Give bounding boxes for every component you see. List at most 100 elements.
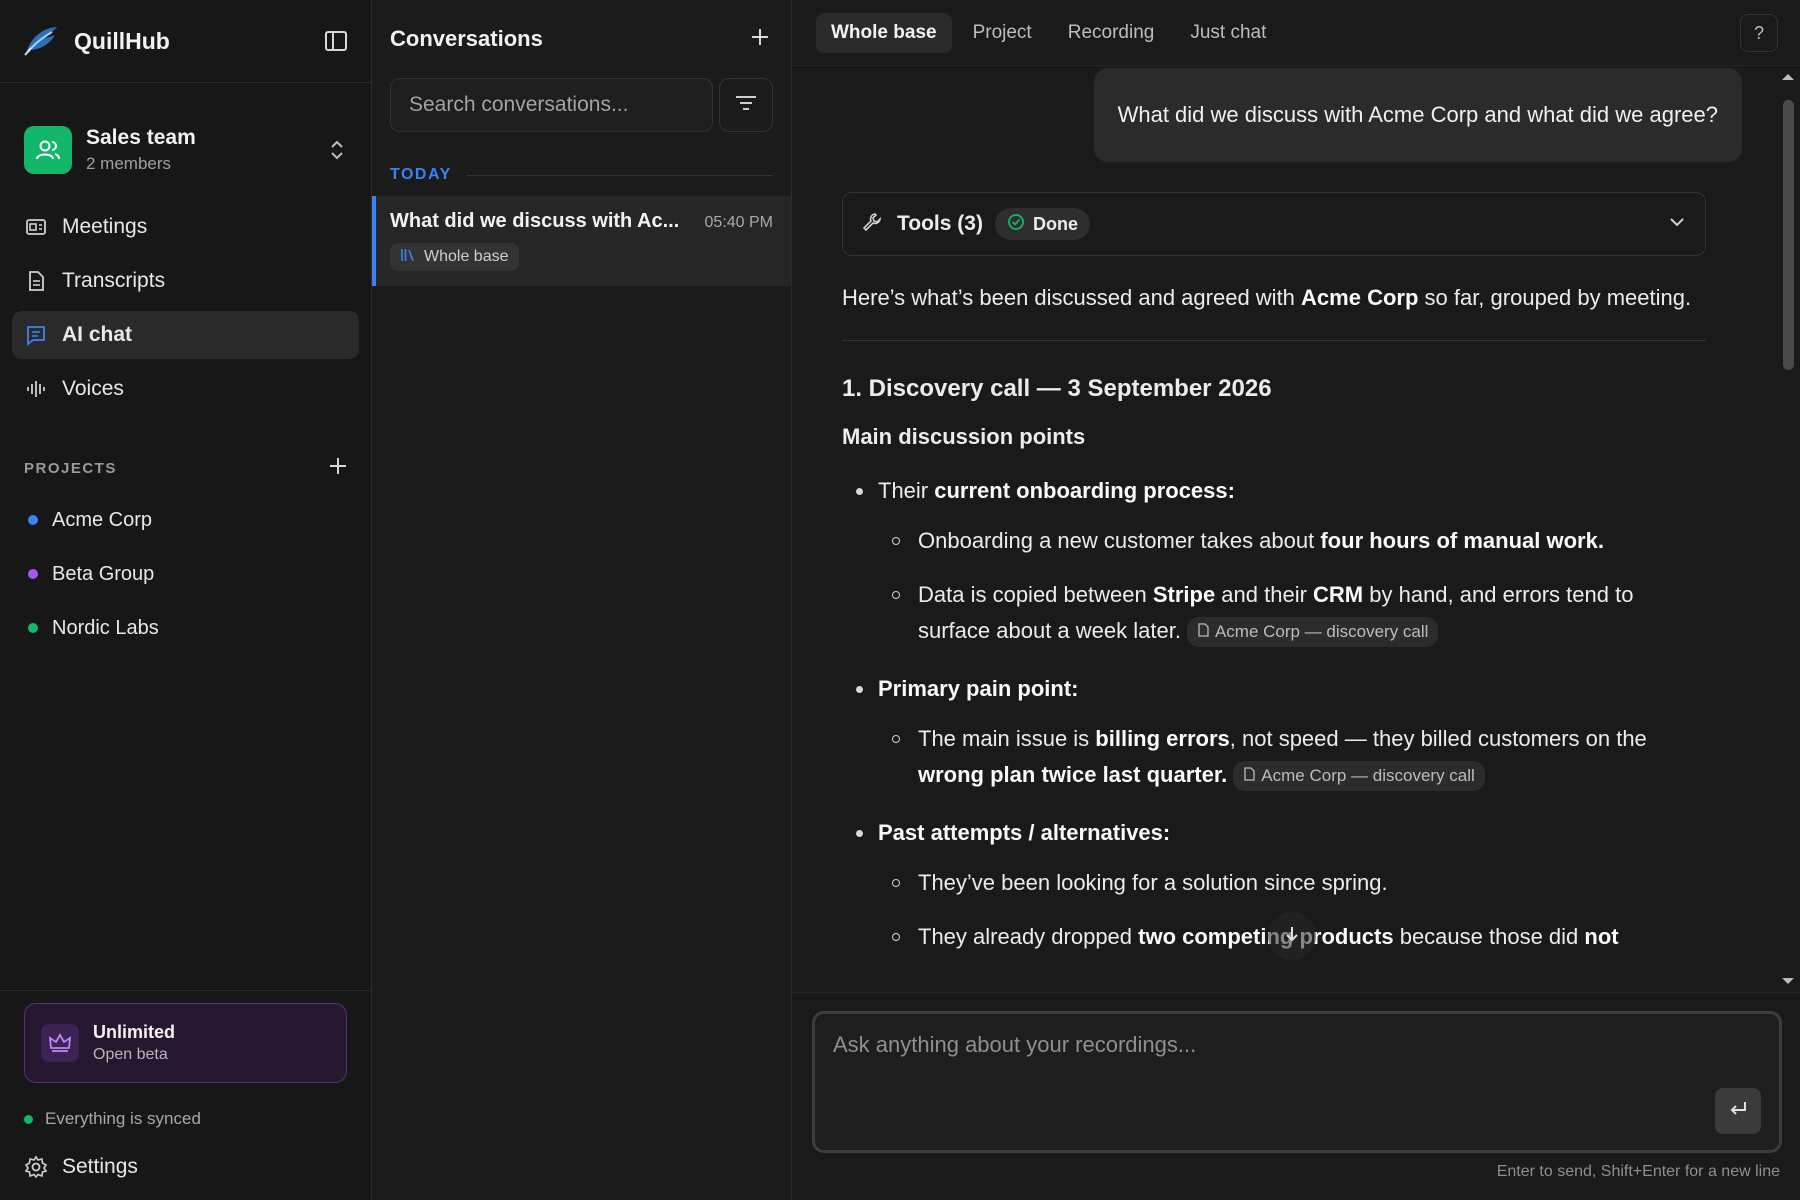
list-item-text: The main issue is billing errors, not sp… [918,721,1706,793]
chat-thread: What did we discuss with Acme Corp and w… [792,66,1776,992]
search-conversations-input[interactable] [390,78,714,132]
list-item: Their current onboarding process: [856,473,1706,509]
help-button[interactable]: ? [1740,14,1778,52]
citation-label: Acme Corp — discovery call [1214,622,1429,642]
chat-main: Whole base Project Recording Just chat ?… [792,0,1800,1200]
list-item: Onboarding a new customer takes about fo… [892,523,1706,559]
text-strong: two competing products [1138,924,1394,949]
text-run: Onboarding a new customer takes about [918,528,1321,553]
scope-chip: Whole base [390,243,519,271]
team-name: Sales team [86,126,196,149]
meetings-icon [24,215,48,239]
projects-header: PROJECTS [0,453,371,483]
sync-status: Everything is synced [24,1109,347,1129]
filter-button[interactable] [719,78,773,132]
scope-tabs: Whole base Project Recording Just chat [792,0,1800,66]
nav-item-ai-chat[interactable]: AI chat [12,311,359,359]
gear-icon [24,1155,48,1179]
wrench-icon [861,211,883,238]
project-item-acme-corp[interactable]: Acme Corp [0,493,371,547]
text-run: , not speed — they billed customers on t… [1229,726,1647,751]
scope-chip-label: Whole base [424,248,509,265]
project-color-dot [28,569,38,579]
brand-bar: QuillHub [0,0,371,83]
crown-icon [41,1024,79,1062]
citation-chip[interactable]: Acme Corp — discovery call [1186,617,1439,648]
document-icon [1243,761,1255,791]
conversations-header: Conversations [372,0,791,78]
tools-status-badge: Done [994,208,1090,240]
text-run: so far, grouped by meeting. [1418,285,1692,310]
nav-label: AI chat [62,323,133,346]
text-run: because those did [1393,924,1585,949]
list-item: Past attempts / alternatives: [856,815,1706,851]
nav-item-meetings[interactable]: Meetings [12,203,359,251]
quillhub-logo-icon[interactable] [22,22,60,60]
nav-item-transcripts[interactable]: Transcripts [12,257,359,305]
conversations-panel: Conversations TODAY What did we discuss … [372,0,792,1200]
tools-panel[interactable]: Tools (3) Done [842,192,1706,256]
chat-icon [24,323,48,347]
text-strong: Stripe [1152,582,1216,607]
text-strong: wrong plan twice last quarter. [918,762,1228,787]
conversation-time: 05:40 PM [704,214,773,231]
list-item: The main issue is billing errors, not sp… [892,721,1706,793]
tab-recording[interactable]: Recording [1053,13,1170,53]
answer-divider [842,340,1706,341]
text-strong: Past attempts / alternatives: [878,820,1171,845]
tab-project[interactable]: Project [958,13,1047,53]
text-strong: Acme Corp [1301,285,1419,310]
scroll-down-arrow-icon[interactable] [1776,974,1800,988]
send-button[interactable] [1715,1088,1761,1134]
conversation-search-row [372,78,791,132]
team-switcher[interactable]: Sales team 2 members [0,83,371,195]
scroll-to-bottom-button[interactable] [1268,912,1316,960]
sidebar-toggle-icon[interactable] [323,28,349,54]
text-strong: not [1584,924,1619,949]
plan-info: Unlimited Open beta [93,1022,175,1064]
scrollbar-thumb[interactable] [1783,100,1794,370]
add-project-plus-icon[interactable] [327,455,349,482]
section-subheading: Main discussion points [842,424,1086,449]
project-label: Beta Group [52,562,155,585]
arrow-down-icon [1282,924,1302,949]
scroll-up-arrow-icon[interactable] [1776,70,1800,84]
conversation-item[interactable]: What did we discuss with Ac... 05:40 PM … [372,196,791,286]
bullet-circle [892,577,918,649]
document-icon [1197,617,1209,647]
sidebar-footer: Unlimited Open beta Everything is synced… [0,990,371,1200]
project-item-nordic-labs[interactable]: Nordic Labs [0,601,371,655]
plan-title: Unlimited [93,1022,176,1042]
new-conversation-plus-icon[interactable] [749,26,771,53]
list-item: They’ve been looking for a solution sinc… [892,865,1706,901]
answer-intro: Here’s what’s been discussed and agreed … [842,280,1706,316]
citation-label: Acme Corp — discovery call [1261,766,1475,786]
conversation-group-today: TODAY [372,166,791,184]
chevron-down-icon[interactable] [1667,212,1687,237]
text-run: and their [1215,582,1314,607]
projects-label: PROJECTS [24,459,117,477]
chat-input[interactable] [815,1014,1779,1150]
list-item-text: Past attempts / alternatives: [878,815,1170,851]
group-label: TODAY [390,166,452,183]
citation-chip[interactable]: Acme Corp — discovery call [1233,761,1485,792]
tab-whole-base[interactable]: Whole base [816,12,952,53]
conversation-title: What did we discuss with Ac... [390,210,680,232]
text-run: They already dropped [918,924,1139,949]
settings-label: Settings [62,1155,138,1178]
bullet-dot [856,815,878,851]
nav-item-voices[interactable]: Voices [12,365,359,413]
settings-link[interactable]: Settings [24,1155,347,1179]
text-run: Data is copied between [918,582,1153,607]
main-nav: Meetings Transcripts AI chat Voices [0,195,371,413]
chevron-updown-icon[interactable] [327,137,347,163]
app-root: QuillHub Sales team 2 members Meetings T… [0,0,1800,1200]
team-members: 2 members [86,154,172,173]
conversation-item-row: What did we discuss with Ac... 05:40 PM [390,210,773,233]
plan-card[interactable]: Unlimited Open beta [24,1003,347,1083]
project-color-dot [28,515,38,525]
tab-just-chat[interactable]: Just chat [1175,13,1281,53]
chat-scrollbar[interactable] [1776,66,1800,992]
project-label: Nordic Labs [52,616,159,639]
project-item-beta-group[interactable]: Beta Group [0,547,371,601]
